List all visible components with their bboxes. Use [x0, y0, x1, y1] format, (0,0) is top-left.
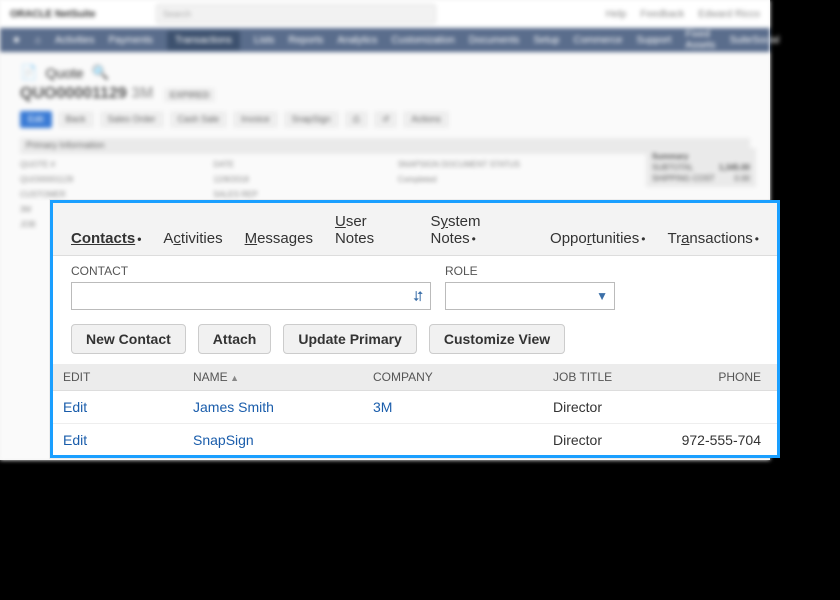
- new-contact-button[interactable]: New Contact: [71, 324, 186, 354]
- brand-logo: ORACLE NetSuite: [10, 9, 96, 20]
- attach-button[interactable]: Attach: [198, 324, 272, 354]
- table-row: Edit SnapSign Director 972-555-704: [53, 424, 777, 457]
- tab-transactions[interactable]: Transactions•: [667, 230, 759, 247]
- edit-link[interactable]: Edit: [63, 432, 87, 448]
- contact-name-link[interactable]: James Smith: [193, 399, 274, 415]
- tab-opportunities[interactable]: Opportunities•: [550, 230, 645, 247]
- col-name[interactable]: NAME: [183, 364, 363, 391]
- record-number: QUO00001129: [20, 85, 127, 102]
- record-type: Quote: [45, 65, 83, 81]
- col-jobtitle[interactable]: JOB TITLE: [543, 364, 647, 391]
- update-primary-button[interactable]: Update Primary: [283, 324, 416, 354]
- help-link[interactable]: Help: [606, 9, 627, 20]
- customize-view-button[interactable]: Customize View: [429, 324, 565, 354]
- phone-cell: 972-555-704: [647, 424, 777, 457]
- tab-activities[interactable]: Activities: [163, 230, 222, 247]
- status-badge: EXPIRED: [164, 88, 216, 102]
- summary-box: Summary SUBTOTAL1,345.00 SHIPPING COST0.…: [646, 148, 756, 187]
- tab-user-notes[interactable]: User Notes: [335, 213, 409, 247]
- contacts-table: EDIT NAME COMPANY JOB TITLE PHONE Edit J…: [53, 364, 777, 457]
- company-link[interactable]: 3M: [373, 399, 392, 415]
- edit-link[interactable]: Edit: [63, 399, 87, 415]
- chevron-down-icon: ▼: [596, 289, 608, 303]
- phone-cell: [647, 391, 777, 424]
- contact-name-link[interactable]: SnapSign: [193, 432, 254, 448]
- subtab-bar: Contacts• Activities Messages User Notes…: [53, 203, 777, 256]
- jobtitle-cell: Director: [543, 424, 647, 457]
- role-filter-label: ROLE: [445, 264, 615, 278]
- table-row: Edit James Smith 3M Director: [53, 391, 777, 424]
- contact-filter-label: CONTACT: [71, 264, 431, 278]
- role-filter-combo[interactable]: ▼: [445, 282, 615, 310]
- jobtitle-cell: Director: [543, 391, 647, 424]
- user-menu[interactable]: Edward Ricco: [698, 9, 760, 20]
- feedback-link[interactable]: Feedback: [640, 9, 684, 20]
- col-company[interactable]: COMPANY: [363, 364, 543, 391]
- contacts-subtab-panel: Contacts• Activities Messages User Notes…: [50, 200, 780, 458]
- col-phone[interactable]: PHONE: [647, 364, 777, 391]
- edit-button[interactable]: Edit: [20, 111, 52, 128]
- col-edit[interactable]: EDIT: [53, 364, 183, 391]
- tab-system-notes[interactable]: System Notes•: [430, 213, 528, 247]
- global-search[interactable]: Search: [156, 4, 436, 24]
- tab-contacts[interactable]: Contacts•: [71, 230, 141, 247]
- tab-messages[interactable]: Messages: [245, 230, 313, 247]
- main-nav: ★⌂ Activities Payments Transactions List…: [0, 28, 770, 52]
- chevron-updown-icon: ⮃: [413, 291, 424, 301]
- contact-filter-combo[interactable]: ⮃: [71, 282, 431, 310]
